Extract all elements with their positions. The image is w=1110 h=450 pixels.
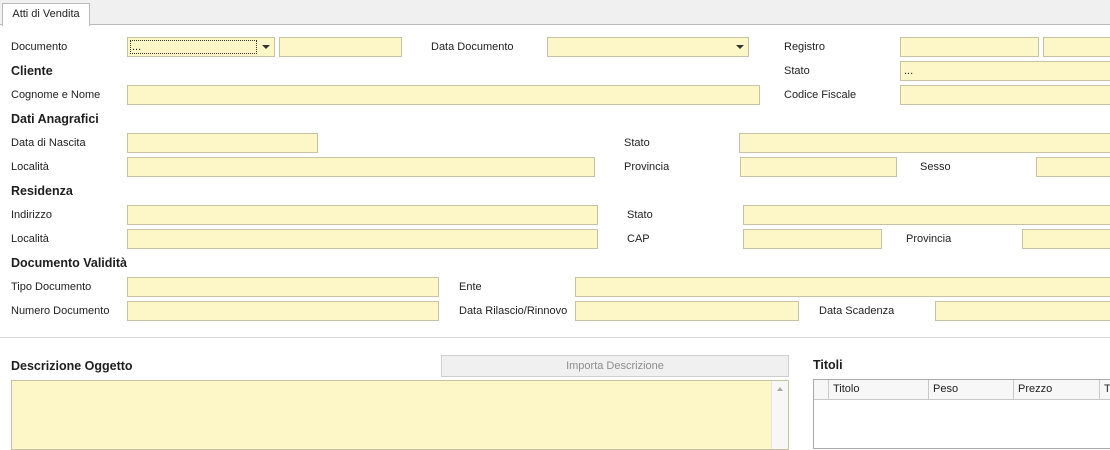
descrizione-scrollbar[interactable] [771, 381, 788, 449]
data-scadenza-field[interactable] [935, 301, 1110, 321]
tab-atti-di-vendita[interactable]: Atti di Vendita [2, 3, 90, 26]
column-header-prezzo[interactable]: Prezzo [1014, 380, 1100, 400]
anagrafici-localita-field[interactable] [127, 157, 595, 177]
tipo-documento-label: Tipo Documento [11, 281, 92, 293]
registro-label: Registro [784, 41, 825, 53]
data-scadenza-label: Data Scadenza [819, 305, 895, 317]
anagrafici-stato-field[interactable] [739, 133, 1110, 153]
codice-fiscale-label: Codice Fiscale [784, 89, 857, 101]
cognome-nome-label: Cognome e Nome [11, 89, 101, 101]
titoli-grid[interactable]: Titolo Peso Prezzo Tota [813, 379, 1110, 449]
data-nascita-field[interactable] [127, 133, 318, 153]
data-rilascio-label: Data Rilascio/Rinnovo [459, 305, 568, 317]
registro-field[interactable] [900, 37, 1039, 57]
cap-label: CAP [627, 233, 650, 245]
column-header-titolo[interactable]: Titolo [829, 380, 929, 400]
tab-strip: Atti di Vendita [0, 0, 1110, 26]
anagrafici-stato-label: Stato [624, 137, 650, 149]
cognome-nome-field[interactable] [127, 85, 760, 105]
documento-number-field[interactable] [279, 37, 402, 57]
data-rilascio-field[interactable] [575, 301, 799, 321]
documento-validita-section-title: Documento Validità [11, 256, 127, 270]
titoli-grid-header: Titolo Peso Prezzo Tota [814, 380, 1110, 400]
tipo-documento-field[interactable] [127, 277, 439, 297]
sesso-label: Sesso [920, 161, 951, 173]
codice-fiscale-field[interactable] [900, 85, 1110, 105]
residenza-localita-field[interactable] [127, 229, 598, 249]
residenza-provincia-field[interactable] [1022, 229, 1110, 249]
ente-label: Ente [459, 281, 482, 293]
cliente-stato-field[interactable]: ... [900, 61, 1110, 81]
data-nascita-label: Data di Nascita [11, 137, 86, 149]
cliente-stato-label: Stato [784, 65, 810, 77]
row-indicator-header [814, 380, 829, 400]
descrizione-oggetto-textarea[interactable] [11, 380, 789, 450]
data-documento-label: Data Documento [431, 41, 514, 53]
ente-field[interactable] [575, 277, 1110, 297]
sesso-field[interactable] [1036, 157, 1110, 177]
numero-documento-label: Numero Documento [11, 305, 110, 317]
titoli-title: Titoli [813, 358, 843, 372]
cap-field[interactable] [743, 229, 882, 249]
residenza-section-title: Residenza [11, 184, 73, 198]
residenza-provincia-label: Provincia [906, 233, 952, 245]
residenza-stato-field[interactable] [743, 205, 1110, 225]
residenza-stato-label: Stato [627, 209, 653, 221]
chevron-down-icon[interactable] [736, 45, 744, 49]
documento-combo[interactable]: ... [127, 37, 275, 57]
column-header-totale[interactable]: Tota [1100, 380, 1110, 400]
scroll-up-arrow-icon[interactable] [777, 387, 783, 391]
data-documento-combo[interactable] [547, 37, 749, 57]
residenza-localita-label: Località [11, 233, 49, 245]
section-divider [0, 337, 1110, 338]
registro-field-2[interactable] [1043, 37, 1110, 57]
indirizzo-field[interactable] [127, 205, 598, 225]
importa-descrizione-button[interactable]: Importa Descrizione [441, 355, 789, 377]
documento-label: Documento [11, 41, 68, 53]
column-header-peso[interactable]: Peso [929, 380, 1014, 400]
anagrafici-provincia-label: Provincia [624, 161, 670, 173]
numero-documento-field[interactable] [127, 301, 439, 321]
anagrafici-provincia-field[interactable] [740, 157, 897, 177]
dati-anagrafici-section-title: Dati Anagrafici [11, 112, 99, 126]
anagrafici-localita-label: Località [11, 161, 49, 173]
cliente-section-title: Cliente [11, 64, 53, 78]
indirizzo-label: Indirizzo [11, 209, 52, 221]
chevron-down-icon[interactable] [262, 45, 270, 49]
documento-combo-value: ... [130, 40, 257, 54]
descrizione-oggetto-title: Descrizione Oggetto [11, 359, 133, 373]
